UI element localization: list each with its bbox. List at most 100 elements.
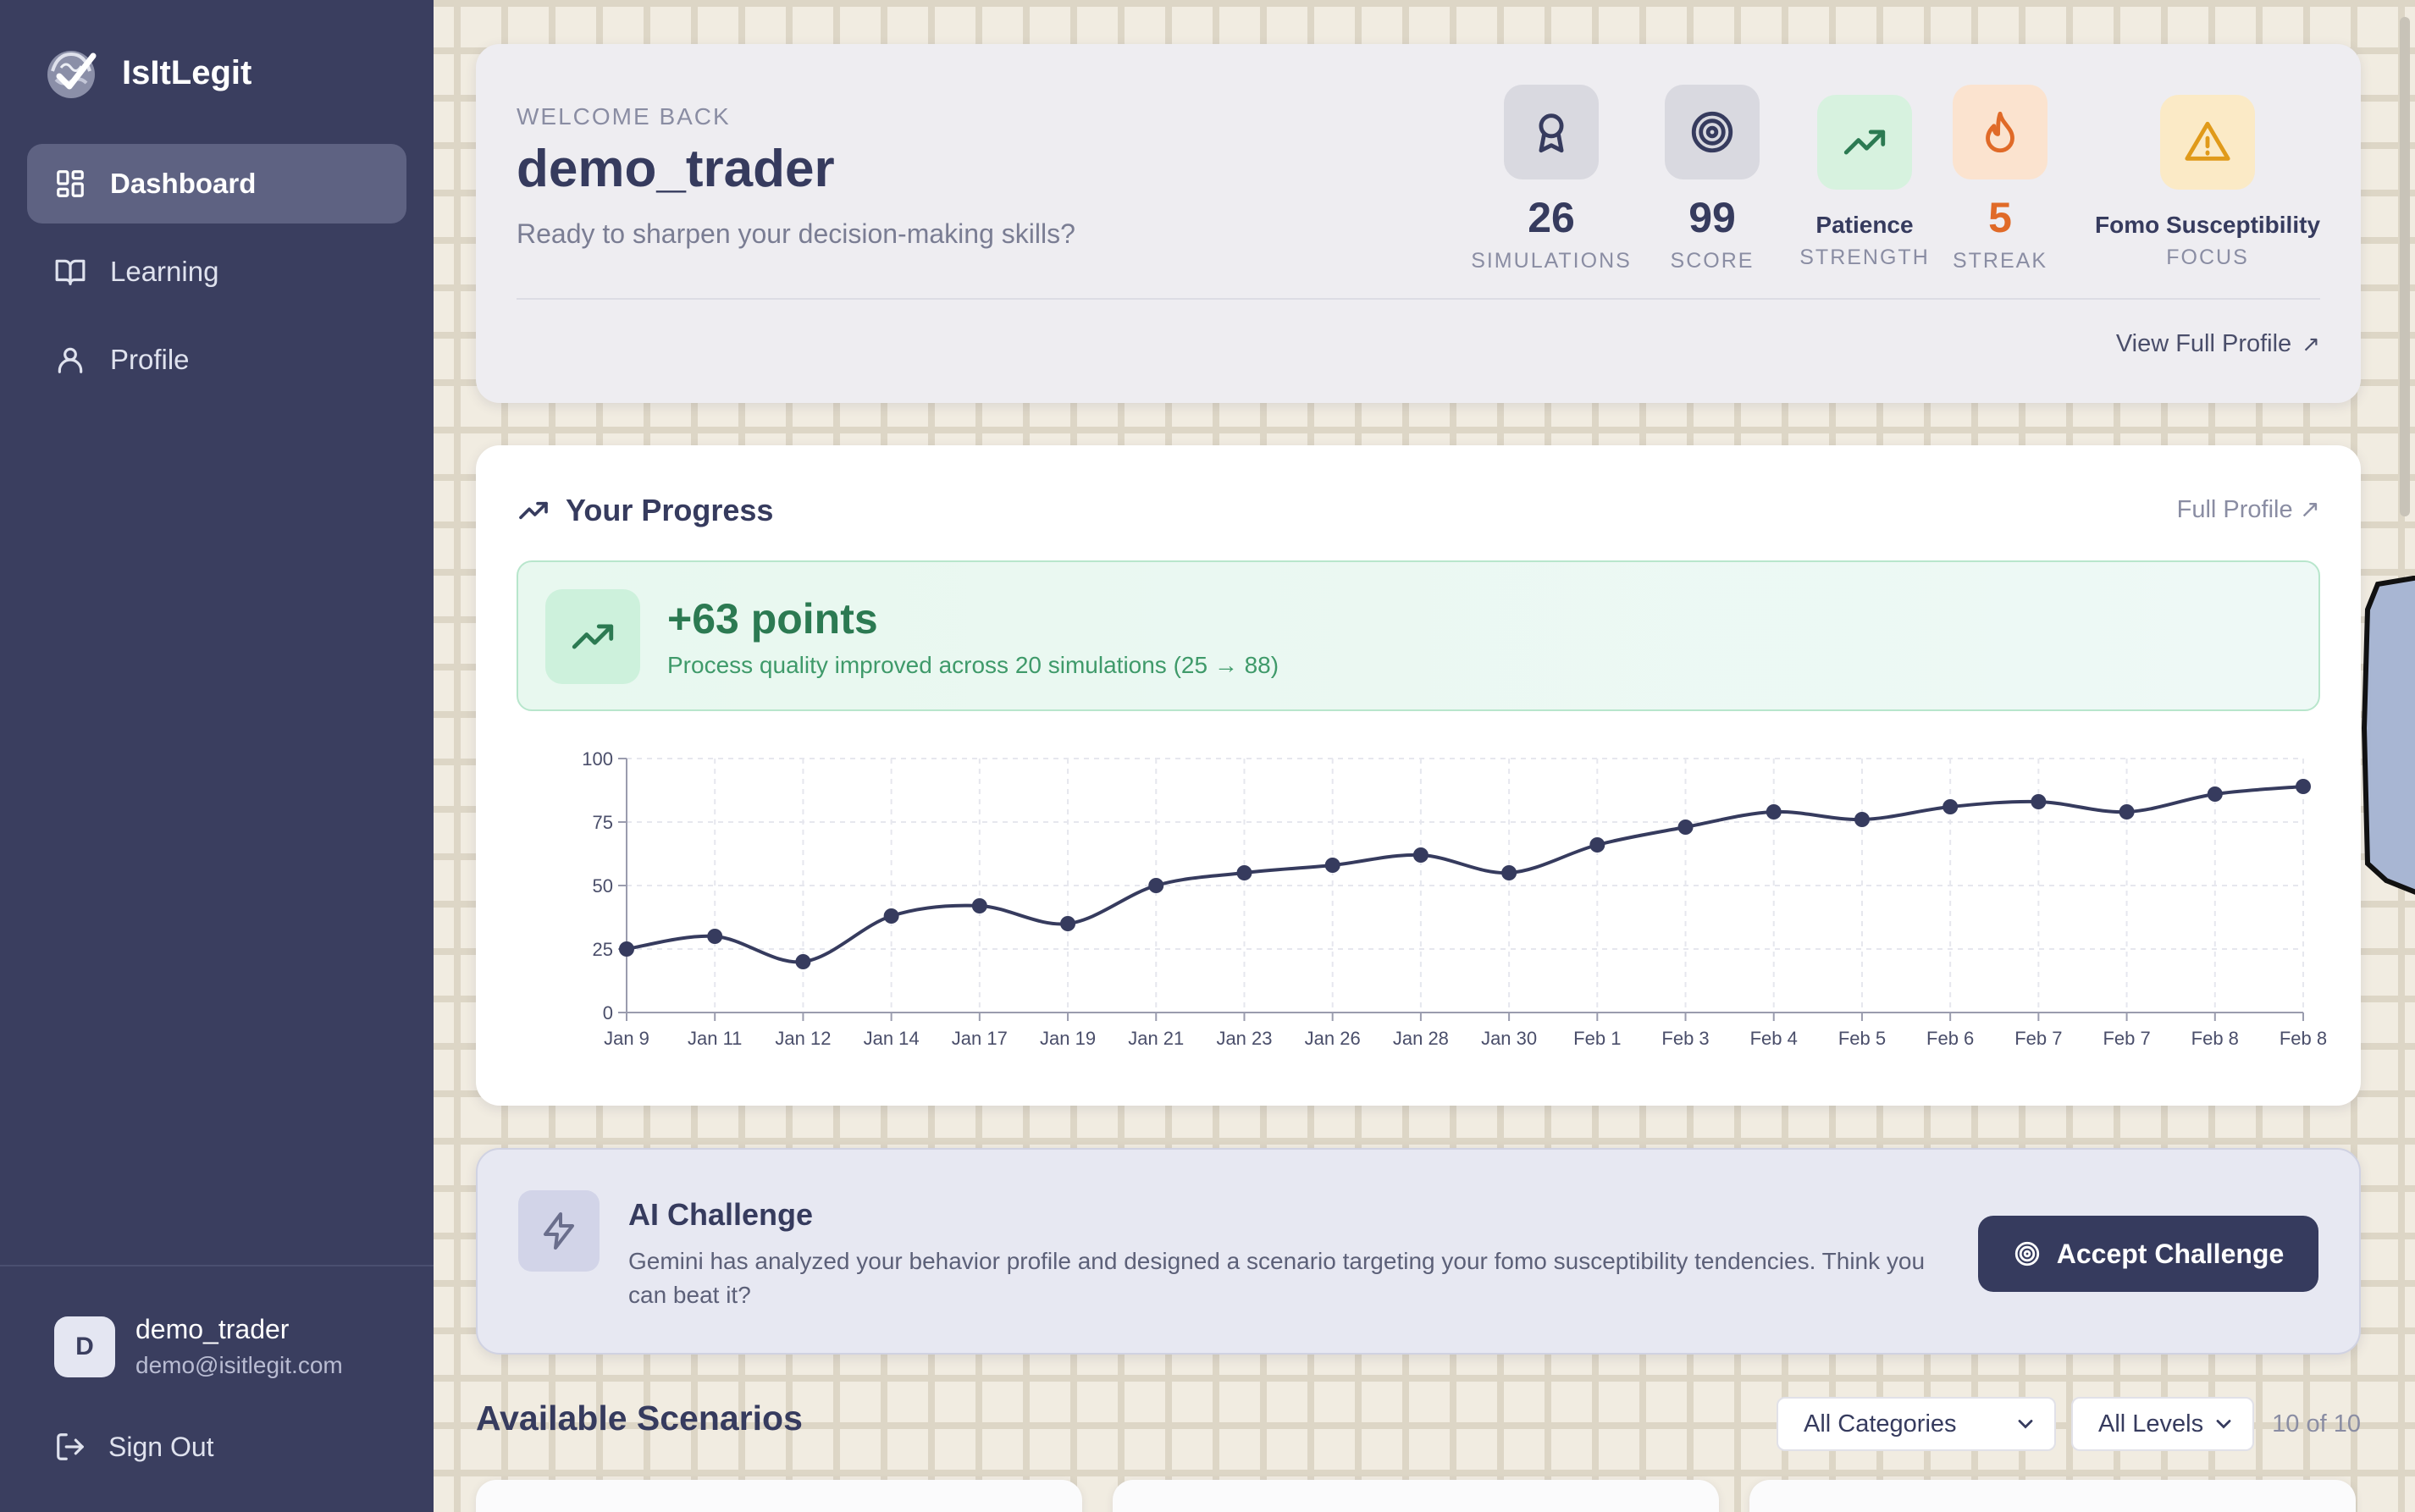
x-tick-label: Jan 19 [1040,1028,1096,1049]
trending-up-icon [1843,130,1886,155]
challenge-description: Gemini has analyzed your behavior profil… [628,1248,1926,1308]
user-name: demo_trader [135,1314,290,1344]
x-tick-label: Jan 11 [688,1028,742,1049]
sidebar-item-label: Learning [110,256,219,287]
stat-label: STREAK [1952,249,2048,273]
x-tick-label: Jan 21 [1128,1028,1184,1049]
stat-value: 99 [1688,194,1736,241]
book-icon [55,259,86,285]
target-icon [2014,1241,2039,1266]
stat-icon-box [1953,85,2048,179]
dashboard-icon [57,170,84,197]
x-tick-label: Feb 7 [2103,1028,2150,1049]
x-tick-label: Feb 3 [1661,1028,1709,1049]
sidebar-item-profile[interactable]: Profile [27,320,406,400]
data-point [1677,819,1694,835]
stat-focus: Fomo Susceptibility FOCUS [2085,95,2330,270]
gain-title: +63 points [667,595,878,643]
stat-label: SCORE [1670,249,1755,273]
sidebar-item-learning[interactable]: Learning [27,232,406,312]
x-tick-label: Jan 12 [775,1028,831,1049]
x-tick-label: Feb 7 [2014,1028,2062,1049]
sidebar-item-label: Profile [110,344,190,375]
series-line [626,785,2304,964]
stat-streak: 5 STREAK [1949,85,2051,273]
scenario-card[interactable] [1749,1480,2356,1512]
accept-challenge-button[interactable]: Accept Challenge [1978,1216,2318,1292]
user-block[interactable]: D demo_trader demo@isitlegit.com [54,1314,343,1379]
x-tick-label: Jan 9 [604,1028,649,1049]
brand[interactable]: IsItLegit [41,42,251,103]
warning-icon [2185,121,2230,161]
full-profile-link[interactable]: Full Profile ↗ [2177,494,2320,524]
x-tick-label: Feb 4 [1750,1028,1798,1049]
data-point [1236,865,1252,880]
trending-up-icon [572,624,614,649]
award-icon [1539,113,1564,153]
brain-check-logo-icon [47,51,97,98]
view-full-profile-label: View Full Profile [2115,330,2292,357]
gain-icon-box [545,589,640,684]
data-point [795,954,811,969]
y-tick-label: 100 [582,748,613,770]
x-tick-label: Jan 23 [1216,1028,1272,1049]
sidebar-nav: Dashboard Learning Profile [27,144,406,408]
ai-challenge-card: AI Challenge Gemini has analyzed your be… [476,1148,2361,1355]
x-tick-label: Feb 8 [2191,1028,2239,1049]
data-point [1060,916,1076,931]
y-tick-label: 75 [593,812,613,833]
stat-label: SIMULATIONS [1471,249,1632,273]
data-point [1412,847,1429,863]
data-point [971,898,987,913]
stat-label: FOCUS [2166,246,2249,269]
sidebar-item-dashboard[interactable]: Dashboard [27,144,406,223]
data-point [1766,804,1782,819]
gain-description: Process quality improved across 20 simul… [667,652,1279,678]
progress-header: Your Progress [517,493,773,528]
welcome-subtitle: Ready to sharpen your decision-making sk… [517,218,1075,249]
sign-out-button[interactable]: Sign Out [54,1431,214,1463]
full-profile-label: Full Profile [2176,496,2293,523]
gain-summary: +63 points Process quality improved acro… [517,560,2320,711]
data-point [2119,804,2135,819]
stat-icon-box [1817,95,1912,190]
stat-value: Patience [1815,212,1914,238]
view-full-profile-link[interactable]: View Full Profile ↗ [2116,330,2320,358]
data-point [619,941,634,957]
data-point [2207,786,2223,802]
scenario-count: 10 of 10 [2272,1410,2361,1438]
decorative-shape [2361,576,2415,895]
data-point [1854,812,1870,827]
progress-line-chart: 0 25 50 75 100 Jan 9 Jan 11 Jan 12 Jan 14 Jan 17 J… [582,748,2327,1049]
x-tick-label: Jan 26 [1305,1028,1361,1049]
category-select[interactable]: All Categories [1777,1397,2056,1451]
x-tick-label: Feb 8 [2280,1028,2327,1049]
stat-value: Fomo Susceptibility [2094,212,2321,238]
data-point [883,908,899,924]
data-point [1324,858,1340,873]
arrow-up-right-icon: ↗ [2302,331,2320,356]
sidebar: IsItLegit Dashboard Learning Profile D d… [0,0,434,1512]
sidebar-divider [0,1265,434,1266]
scenario-card[interactable] [476,1480,1082,1512]
stat-icon-box [1665,85,1760,179]
lightning-icon [544,1212,574,1250]
accept-challenge-label: Accept Challenge [2056,1238,2285,1269]
progress-card: Your Progress Full Profile ↗ +63 points … [476,445,2361,1106]
scrollbar[interactable] [2400,17,2410,516]
trending-up-icon [519,501,548,520]
level-select[interactable]: All Levels [2071,1397,2254,1451]
data-point [707,929,723,944]
x-tick-label: Feb 6 [1926,1028,1974,1049]
data-point [1942,799,1959,814]
chevron-down-icon [2216,1420,2231,1429]
stat-strength: Patience STRENGTH [1797,95,1932,270]
data-point [1148,878,1164,893]
x-tick-label: Jan 14 [864,1028,920,1049]
x-tick-label: Jan 30 [1481,1028,1537,1049]
scenario-card[interactable] [1113,1480,1719,1512]
brand-name: IsItLegit [122,53,252,91]
stat-icon-box [1504,85,1599,179]
arrow-up-right-icon: ↗ [2299,496,2320,523]
stat-value: 26 [1528,194,1575,241]
